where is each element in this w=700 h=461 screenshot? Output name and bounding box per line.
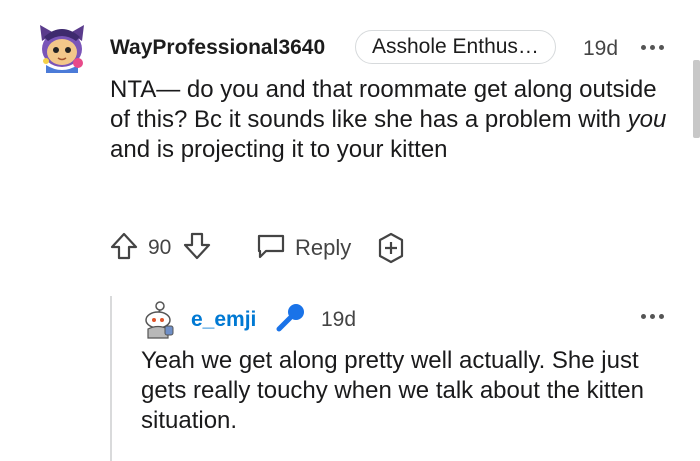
microphone-icon xyxy=(273,301,307,335)
reply-bubble-icon[interactable] xyxy=(255,232,287,260)
reply-timestamp: 19d xyxy=(321,308,357,331)
user-flair: Asshole Enthus… xyxy=(355,30,556,64)
thread-line[interactable] xyxy=(110,296,112,461)
reply-avatar[interactable] xyxy=(140,300,178,340)
comment-timestamp: 19d xyxy=(583,37,619,60)
snoo-avatar-icon xyxy=(40,25,84,73)
comment-body: NTA— do you and that roommate get along … xyxy=(110,75,670,165)
vote-score: 90 xyxy=(148,236,172,259)
scrollbar[interactable] xyxy=(693,60,700,138)
award-add-icon[interactable] xyxy=(375,232,407,264)
user-avatar[interactable] xyxy=(34,19,90,75)
comment-body-text-2: and is projecting it to your kitten xyxy=(110,136,448,163)
upvote-icon[interactable] xyxy=(109,231,139,261)
snoo-avatar-icon xyxy=(145,301,174,339)
reply-author[interactable]: e_emji xyxy=(191,308,256,332)
comment-body-text-1: NTA— do you and that roommate get along … xyxy=(110,76,657,133)
reply-button[interactable]: Reply xyxy=(295,235,351,261)
reply-body: Yeah we get along pretty well actually. … xyxy=(141,347,644,434)
more-options-icon[interactable] xyxy=(641,311,667,321)
comment-body-emphasis: you xyxy=(627,106,667,133)
comment-author[interactable]: WayProfessional3640 xyxy=(110,36,325,60)
downvote-icon[interactable] xyxy=(182,231,212,261)
more-options-icon[interactable] xyxy=(641,42,667,52)
